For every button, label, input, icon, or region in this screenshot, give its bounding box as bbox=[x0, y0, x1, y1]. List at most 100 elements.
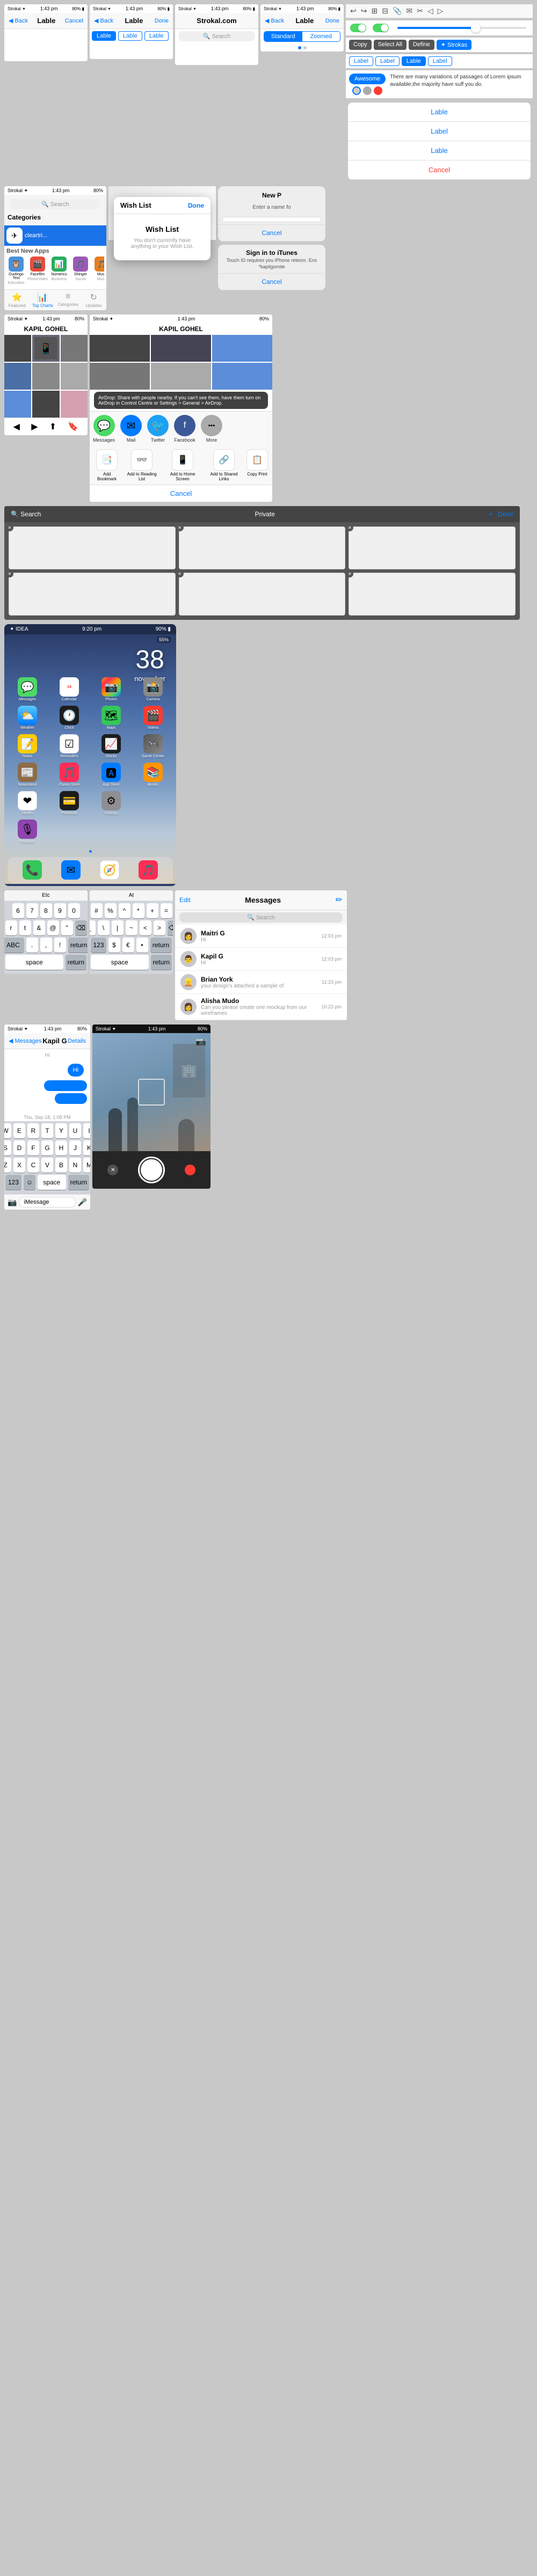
back-messages[interactable]: ◀ Messages bbox=[9, 1037, 42, 1044]
grid-icon[interactable]: ⊞ bbox=[371, 6, 378, 16]
key-v[interactable]: V bbox=[41, 1158, 53, 1173]
tab-updates[interactable]: ↻ Updates bbox=[81, 290, 107, 310]
remove-icon[interactable]: ⊟ bbox=[382, 6, 388, 16]
photo-r5[interactable] bbox=[151, 363, 211, 390]
details-button[interactable]: Details bbox=[68, 1038, 86, 1044]
key-h[interactable]: H bbox=[55, 1140, 67, 1155]
label-tab-2[interactable]: Label bbox=[375, 56, 400, 66]
photo-9[interactable] bbox=[61, 391, 88, 418]
tab-categories-tab[interactable]: ≡ Categories bbox=[55, 290, 81, 310]
photo-1[interactable] bbox=[4, 335, 31, 362]
app-newsstand[interactable]: 📰 Newsstand bbox=[9, 763, 46, 787]
done-button-4[interactable]: Done bbox=[325, 18, 339, 24]
tab-6[interactable]: ✕ bbox=[349, 573, 516, 616]
key-dot2[interactable]: . bbox=[26, 938, 38, 953]
appstore-search[interactable]: 🔍 Search bbox=[10, 199, 101, 209]
undo-icon[interactable]: ↩ bbox=[350, 6, 357, 16]
photo-r4[interactable] bbox=[90, 363, 150, 390]
back-arrow-icon[interactable]: ◁ bbox=[427, 6, 433, 16]
share-facebook[interactable]: f Facebook bbox=[174, 415, 195, 443]
tab-3[interactable]: ✕ bbox=[349, 526, 516, 569]
key-abc[interactable]: ABC bbox=[4, 938, 24, 953]
color-dot-red[interactable] bbox=[374, 86, 382, 95]
action-lable-1[interactable]: Lable bbox=[348, 103, 531, 122]
key-w[interactable]: W bbox=[4, 1123, 11, 1138]
key-7[interactable]: 7 bbox=[26, 903, 38, 918]
key-pipe[interactable]: | bbox=[112, 920, 124, 935]
key-y[interactable]: Y bbox=[55, 1123, 67, 1138]
dock-safari[interactable]: 🧭 bbox=[100, 860, 119, 881]
key-percent[interactable]: % bbox=[105, 903, 117, 918]
dock-music[interactable]: 🎵 bbox=[139, 860, 158, 881]
app-camera[interactable]: 📸 Camera bbox=[134, 677, 172, 701]
bookmark-btn[interactable]: 🔖 bbox=[68, 421, 78, 432]
key-f[interactable]: F bbox=[27, 1140, 39, 1155]
camera-shutter-button[interactable] bbox=[138, 1157, 165, 1183]
app-messages[interactable]: 💬 Messages bbox=[9, 677, 46, 701]
segmented-control[interactable]: Standard Zoomed bbox=[264, 31, 340, 42]
photo-7[interactable] bbox=[4, 391, 31, 418]
back-button-2[interactable]: ◀ Back bbox=[94, 17, 113, 24]
share-btn-photo[interactable]: ⬆ bbox=[49, 421, 56, 432]
key-gt[interactable]: > bbox=[154, 920, 165, 935]
app-photos[interactable]: 📷 Photos bbox=[92, 677, 130, 701]
key-return-2b[interactable]: return bbox=[151, 955, 172, 970]
key-x[interactable]: X bbox=[13, 1158, 25, 1173]
key-return-1b[interactable]: return bbox=[66, 955, 86, 970]
share-mail[interactable]: ✉ Mail bbox=[120, 415, 142, 443]
app-item-5[interactable]: 🎵 Music Music bbox=[92, 257, 104, 285]
record-button[interactable] bbox=[185, 1165, 195, 1175]
action-reading-list[interactable]: 👓 Add to Reading List bbox=[123, 449, 161, 481]
key-u[interactable]: U bbox=[69, 1123, 81, 1138]
copy-button[interactable]: Copy bbox=[349, 40, 372, 50]
key-6[interactable]: 6 bbox=[12, 903, 24, 918]
key-b[interactable]: B bbox=[55, 1158, 67, 1173]
app-item-3[interactable]: 📊 Numerics Business bbox=[49, 257, 69, 285]
color-dot-1[interactable] bbox=[352, 86, 361, 95]
key-dollar[interactable]: $ bbox=[108, 938, 120, 953]
key-g[interactable]: G bbox=[41, 1140, 53, 1155]
msg-item-brian[interactable]: 👱 Brian York your design's attached a sa… bbox=[175, 971, 347, 994]
tab-lable-1[interactable]: Lable bbox=[92, 31, 116, 41]
msg-item-maitri[interactable]: 👩 Maitri G Hi 12:03 pm bbox=[175, 925, 347, 948]
imessage-text-input[interactable]: iMessage bbox=[19, 1197, 75, 1208]
key-t-q[interactable]: T bbox=[41, 1123, 53, 1138]
app-podcasts[interactable]: 🎙 Podcasts bbox=[9, 819, 46, 844]
action-bookmark[interactable]: 📑 Add Bookmark bbox=[93, 449, 121, 481]
back-button-4[interactable]: ◀ Back bbox=[265, 17, 284, 24]
select-all-button[interactable]: Select All bbox=[374, 40, 407, 50]
back-button-1[interactable]: ◀ Back bbox=[9, 17, 28, 24]
photo-r3[interactable] bbox=[212, 335, 272, 362]
key-quote[interactable]: " bbox=[61, 920, 73, 935]
app-item-4[interactable]: 🎵 Shinger Social bbox=[71, 257, 90, 285]
key-s[interactable]: S bbox=[4, 1140, 11, 1155]
key-tilde[interactable]: ~ bbox=[126, 920, 137, 935]
forward-arrow-icon[interactable]: ▷ bbox=[438, 6, 444, 16]
app-appstore[interactable]: 🅰 App Store bbox=[92, 763, 130, 787]
tab-featured[interactable]: ⭐ Featured bbox=[4, 290, 30, 310]
action-copy[interactable]: 📋 Copy Print bbox=[245, 449, 269, 481]
awesome-button[interactable]: Awesome bbox=[349, 74, 386, 84]
app-clock[interactable]: 🕐 Clock bbox=[50, 706, 88, 730]
key-space-q[interactable]: space bbox=[38, 1175, 66, 1190]
key-plus[interactable]: + bbox=[147, 903, 158, 918]
key-9[interactable]: 9 bbox=[54, 903, 66, 918]
photo-6[interactable] bbox=[61, 363, 88, 390]
key-comma2[interactable]: , bbox=[40, 938, 52, 953]
tab-close-6[interactable]: ✕ bbox=[346, 570, 353, 577]
app-health[interactable]: ❤ Health bbox=[9, 791, 46, 815]
share-twitter[interactable]: 🐦 Twitter bbox=[147, 415, 169, 443]
key-i[interactable]: I bbox=[83, 1123, 90, 1138]
tab-lable-2[interactable]: Lable bbox=[118, 31, 142, 41]
mic-icon[interactable]: 🎤 bbox=[78, 1198, 87, 1207]
key-space-2[interactable]: space bbox=[91, 955, 149, 970]
tab-1[interactable]: ✕ bbox=[9, 526, 176, 569]
key-123-q[interactable]: 123 bbox=[5, 1175, 21, 1190]
key-caret[interactable]: ^ bbox=[119, 903, 130, 918]
action-cancel[interactable]: Cancel bbox=[348, 160, 531, 180]
color-dot-2[interactable] bbox=[363, 86, 372, 95]
messages-search-bar[interactable]: 🔍 Search bbox=[179, 912, 343, 923]
messages-edit-button[interactable]: Edit bbox=[179, 896, 191, 904]
photo-r2[interactable] bbox=[151, 335, 211, 362]
done-tabs-button[interactable]: Done bbox=[498, 510, 513, 518]
